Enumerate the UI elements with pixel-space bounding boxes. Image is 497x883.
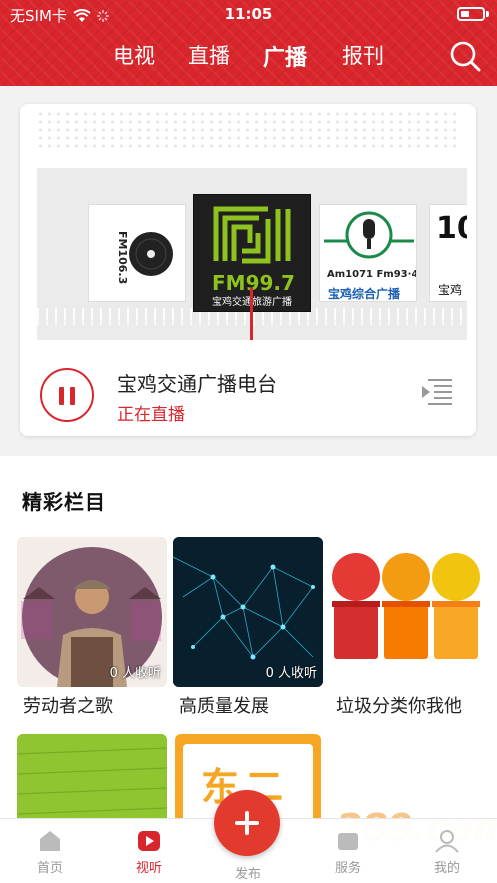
microphone-icon: [320, 205, 416, 267]
recycling-bins-illustration: [330, 537, 480, 687]
nav-home[interactable]: 首页: [20, 829, 80, 876]
nav-profile[interactable]: 我的: [417, 829, 477, 876]
section-title: 精彩栏目: [22, 490, 106, 514]
now-playing-title: 宝鸡交通广播电台: [117, 372, 277, 396]
station-partial-freq: 10: [436, 211, 467, 246]
pause-icon-left: [59, 387, 64, 405]
pause-icon-right: [70, 387, 75, 405]
tab-live[interactable]: 直播: [188, 40, 230, 70]
play-icon: [138, 831, 160, 851]
top-header: 无SIM卡 11:05 电视 直播 广播 报刊: [0, 0, 497, 86]
tab-radio[interactable]: 广播: [263, 40, 307, 72]
nav-services-label: 服务: [334, 861, 361, 876]
column-thumb: 0 人收听: [17, 537, 167, 687]
column-item-garbage-sorting[interactable]: 垃圾分类你我他: [330, 537, 480, 717]
column-thumb: 0 人收听: [173, 537, 323, 687]
home-icon: [40, 831, 60, 851]
station-partial-card[interactable]: 10 宝鸡: [429, 204, 467, 302]
nav-home-label: 首页: [36, 861, 63, 876]
nav-publish-label: 发布: [234, 867, 261, 882]
nav-profile-label: 我的: [433, 861, 460, 876]
top-tabs: 电视 直播 广播 报刊: [0, 40, 497, 74]
live-status: 正在直播: [117, 405, 185, 425]
station-traffic-freq: FM99.7: [212, 271, 295, 295]
station-general-name: 宝鸡综合广播: [328, 287, 401, 301]
clock: 11:05: [224, 5, 273, 23]
vinyl-record-icon: [89, 205, 185, 301]
station-general-card[interactable]: Am1071 Fm93·4 宝鸡综合广播: [319, 204, 417, 302]
column-title: 劳动者之歌: [23, 696, 113, 717]
station-carousel[interactable]: FM106.3 FM99.7 宝鸡交通旅游广播: [37, 168, 467, 340]
column-item-worker-song[interactable]: 0 人收听 劳动者之歌: [17, 537, 167, 717]
nav-publish-label-wrap[interactable]: 发布: [218, 863, 278, 882]
listen-count: 0 人收听: [265, 666, 317, 681]
tab-newspaper[interactable]: 报刊: [342, 40, 384, 70]
station-music-card[interactable]: FM106.3: [88, 204, 186, 302]
station-music-freq: FM106.3: [116, 231, 129, 285]
playlist-icon[interactable]: [420, 374, 454, 408]
services-icon: [338, 833, 358, 850]
search-icon[interactable]: [449, 40, 481, 72]
nav-services[interactable]: 服务: [318, 829, 378, 876]
column-item-field[interactable]: [17, 734, 167, 824]
status-bar: 无SIM卡 11:05: [0, 0, 497, 28]
tab-tv[interactable]: 电视: [113, 40, 155, 70]
column-title: 高质量发展: [179, 696, 269, 717]
listen-count: 0 人收听: [109, 666, 161, 681]
column-thumb: [330, 537, 480, 687]
user-icon: [435, 830, 459, 853]
publish-button[interactable]: [214, 790, 280, 856]
tuner-needle: [250, 288, 253, 340]
radio-player-card: FM106.3 FM99.7 宝鸡交通旅游广播: [20, 104, 476, 436]
battery-tip: [486, 11, 489, 17]
station-general-freq: Am1071 Fm93·4: [327, 269, 417, 280]
pause-button[interactable]: [40, 368, 94, 422]
battery-icon: [457, 7, 485, 21]
station-partial-name: 宝鸡: [438, 283, 463, 297]
field-illustration: [17, 734, 167, 824]
column-title: 垃圾分类你我他: [336, 696, 462, 717]
nav-media-label: 视听: [135, 861, 162, 876]
column-item-development[interactable]: 0 人收听 高质量发展: [173, 537, 323, 717]
decorative-dots: [36, 110, 460, 148]
nav-media[interactable]: 视听: [119, 829, 179, 876]
